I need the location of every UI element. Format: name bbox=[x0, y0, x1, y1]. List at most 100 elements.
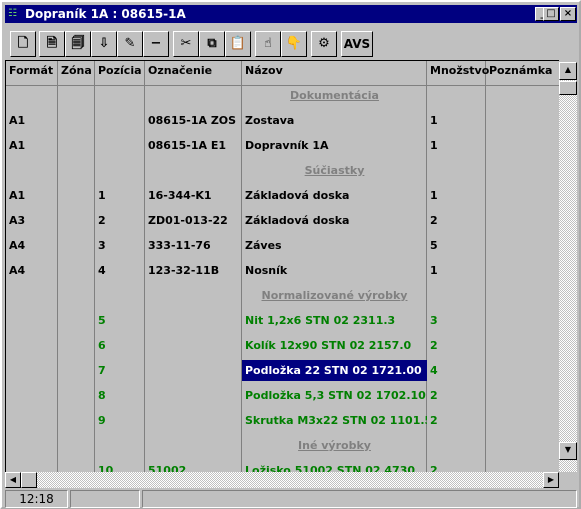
cell-pozicia[interactable]: 7 bbox=[95, 358, 145, 383]
cell-nazov[interactable]: Ložisko 51002 STN 02 4730 bbox=[242, 458, 427, 472]
import-document-button[interactable]: ⇩ bbox=[91, 31, 117, 57]
cell-oznacenie[interactable] bbox=[145, 383, 242, 408]
cell-nazov[interactable]: Základová doska bbox=[242, 208, 427, 233]
horizontal-scroll-thumb[interactable] bbox=[21, 472, 37, 488]
cell-format[interactable] bbox=[6, 333, 58, 358]
vertical-scroll-thumb[interactable] bbox=[559, 81, 577, 95]
cell-zona[interactable] bbox=[58, 408, 95, 433]
cell-zona[interactable] bbox=[58, 183, 95, 208]
app-icon[interactable]: ☷ bbox=[8, 8, 20, 20]
cell-oznacenie[interactable]: 51002 bbox=[145, 458, 242, 472]
table-row[interactable]: A4 4 123-32-11B Nosník 1 bbox=[6, 258, 559, 283]
scroll-right-button[interactable]: ▶ bbox=[543, 472, 559, 488]
cell-poznamka[interactable] bbox=[486, 258, 559, 283]
cell-zona[interactable] bbox=[58, 208, 95, 233]
cell-oznacenie[interactable]: 08615-1A E1 bbox=[145, 133, 242, 158]
cell-nazov[interactable]: Podložka 5,3 STN 02 1702.10 bbox=[242, 383, 427, 408]
cell-mnozstvo[interactable]: 2 bbox=[427, 458, 486, 472]
table-row[interactable]: 7 Podložka 22 STN 02 1721.00 4 bbox=[6, 358, 559, 383]
cell-poznamka[interactable] bbox=[486, 108, 559, 133]
table-row[interactable]: 6 Kolík 12x90 STN 02 2157.0 2 bbox=[6, 333, 559, 358]
cell-oznacenie[interactable] bbox=[145, 358, 242, 383]
table-row[interactable]: A3 2 ZD01-013-22 Základová doska 2 bbox=[6, 208, 559, 233]
cell-oznacenie[interactable] bbox=[145, 333, 242, 358]
cell-pozicia[interactable] bbox=[95, 133, 145, 158]
cell-format[interactable]: A1 bbox=[6, 183, 58, 208]
scroll-up-button[interactable]: ▲ bbox=[559, 62, 577, 80]
cell-zona[interactable] bbox=[58, 308, 95, 333]
cell-mnozstvo[interactable]: 1 bbox=[427, 133, 486, 158]
cell-pozicia[interactable]: 3 bbox=[95, 233, 145, 258]
cell-zona[interactable] bbox=[58, 333, 95, 358]
cell-pozicia[interactable]: 4 bbox=[95, 258, 145, 283]
cell-format[interactable]: A1 bbox=[6, 108, 58, 133]
cell-mnozstvo[interactable]: 2 bbox=[427, 383, 486, 408]
table-row[interactable]: 10 51002 Ložisko 51002 STN 02 4730 2 bbox=[6, 458, 559, 472]
cell-format[interactable]: A4 bbox=[6, 258, 58, 283]
cut-button[interactable]: ✂ bbox=[173, 31, 199, 57]
cell-pozicia[interactable]: 10 bbox=[95, 458, 145, 472]
cell-nazov[interactable]: Skrutka M3x22 STN 02 1101.51 bbox=[242, 408, 427, 433]
cell-nazov[interactable]: Zostava bbox=[242, 108, 427, 133]
table-row[interactable]: A4 3 333-11-76 Záves 5 bbox=[6, 233, 559, 258]
cell-pozicia[interactable] bbox=[95, 108, 145, 133]
cell-pozicia[interactable]: 9 bbox=[95, 408, 145, 433]
section-row[interactable]: Normalizované výrobky bbox=[6, 283, 559, 308]
cell-mnozstvo[interactable]: 2 bbox=[427, 208, 486, 233]
cell-zona[interactable] bbox=[58, 383, 95, 408]
cell-poznamka[interactable] bbox=[486, 358, 559, 383]
properties-button[interactable]: ⚙ bbox=[311, 31, 337, 57]
cell-oznacenie[interactable]: 333-11-76 bbox=[145, 233, 242, 258]
cell-poznamka[interactable] bbox=[486, 208, 559, 233]
cell-pozicia[interactable]: 1 bbox=[95, 183, 145, 208]
table-row[interactable]: A1 1 16-344-K1 Základová doska 1 bbox=[6, 183, 559, 208]
cell-mnozstvo[interactable]: 2 bbox=[427, 333, 486, 358]
cell-poznamka[interactable] bbox=[486, 233, 559, 258]
cell-nazov[interactable]: Podložka 22 STN 02 1721.00 bbox=[242, 360, 427, 381]
hand-down-button[interactable]: 👇 bbox=[281, 31, 307, 57]
vertical-scrollbar[interactable]: ▲ ▼ bbox=[559, 62, 577, 472]
new-document-button[interactable]: 🗋 bbox=[10, 31, 36, 57]
cell-poznamka[interactable] bbox=[486, 383, 559, 408]
cell-nazov[interactable]: Nosník bbox=[242, 258, 427, 283]
cell-poznamka[interactable] bbox=[486, 133, 559, 158]
table-row[interactable]: 5 Nit 1,2x6 STN 02 2311.3 3 bbox=[6, 308, 559, 333]
table-row[interactable]: 8 Podložka 5,3 STN 02 1702.10 2 bbox=[6, 383, 559, 408]
add-document-button[interactable]: 🗎 bbox=[39, 31, 65, 57]
copy-button[interactable]: ⧉ bbox=[199, 31, 225, 57]
cell-format[interactable] bbox=[6, 358, 58, 383]
cell-poznamka[interactable] bbox=[486, 333, 559, 358]
insert-document-button[interactable]: 🗐 bbox=[65, 31, 91, 57]
cell-mnozstvo[interactable]: 3 bbox=[427, 308, 486, 333]
cell-oznacenie[interactable]: 08615-1A ZOS bbox=[145, 108, 242, 133]
cell-poznamka[interactable] bbox=[486, 408, 559, 433]
cell-mnozstvo[interactable]: 1 bbox=[427, 183, 486, 208]
cell-format[interactable] bbox=[6, 408, 58, 433]
cell-pozicia[interactable]: 8 bbox=[95, 383, 145, 408]
cell-mnozstvo[interactable]: 1 bbox=[427, 258, 486, 283]
cell-nazov[interactable]: Záves bbox=[242, 233, 427, 258]
cell-format[interactable] bbox=[6, 383, 58, 408]
cell-zona[interactable] bbox=[58, 358, 95, 383]
remove-document-button[interactable]: − bbox=[143, 31, 169, 57]
cell-oznacenie[interactable]: 16-344-K1 bbox=[145, 183, 242, 208]
cell-format[interactable]: A3 bbox=[6, 208, 58, 233]
cell-zona[interactable] bbox=[58, 458, 95, 472]
title-bar[interactable]: ☷ Dopraník 1A : 08615-1A _ □ × bbox=[5, 5, 577, 23]
cell-nazov[interactable]: Nit 1,2x6 STN 02 2311.3 bbox=[242, 308, 427, 333]
paste-button[interactable]: 📋 bbox=[225, 31, 251, 57]
cell-zona[interactable] bbox=[58, 133, 95, 158]
cell-format[interactable] bbox=[6, 308, 58, 333]
avs-button[interactable]: AVS bbox=[341, 31, 373, 57]
cell-oznacenie[interactable] bbox=[145, 308, 242, 333]
section-row[interactable]: Iné výrobky bbox=[6, 433, 559, 458]
table-row[interactable]: A1 08615-1A E1 Dopravník 1A 1 bbox=[6, 133, 559, 158]
cell-oznacenie[interactable]: ZD01-013-22 bbox=[145, 208, 242, 233]
section-row[interactable]: Dokumentácia bbox=[6, 83, 559, 108]
cell-nazov[interactable]: Základová doska bbox=[242, 183, 427, 208]
cell-mnozstvo[interactable]: 5 bbox=[427, 233, 486, 258]
maximize-button[interactable]: □ bbox=[543, 7, 559, 21]
cell-poznamka[interactable] bbox=[486, 183, 559, 208]
table-row[interactable]: 9 Skrutka M3x22 STN 02 1101.51 2 bbox=[6, 408, 559, 433]
cell-format[interactable]: A4 bbox=[6, 233, 58, 258]
